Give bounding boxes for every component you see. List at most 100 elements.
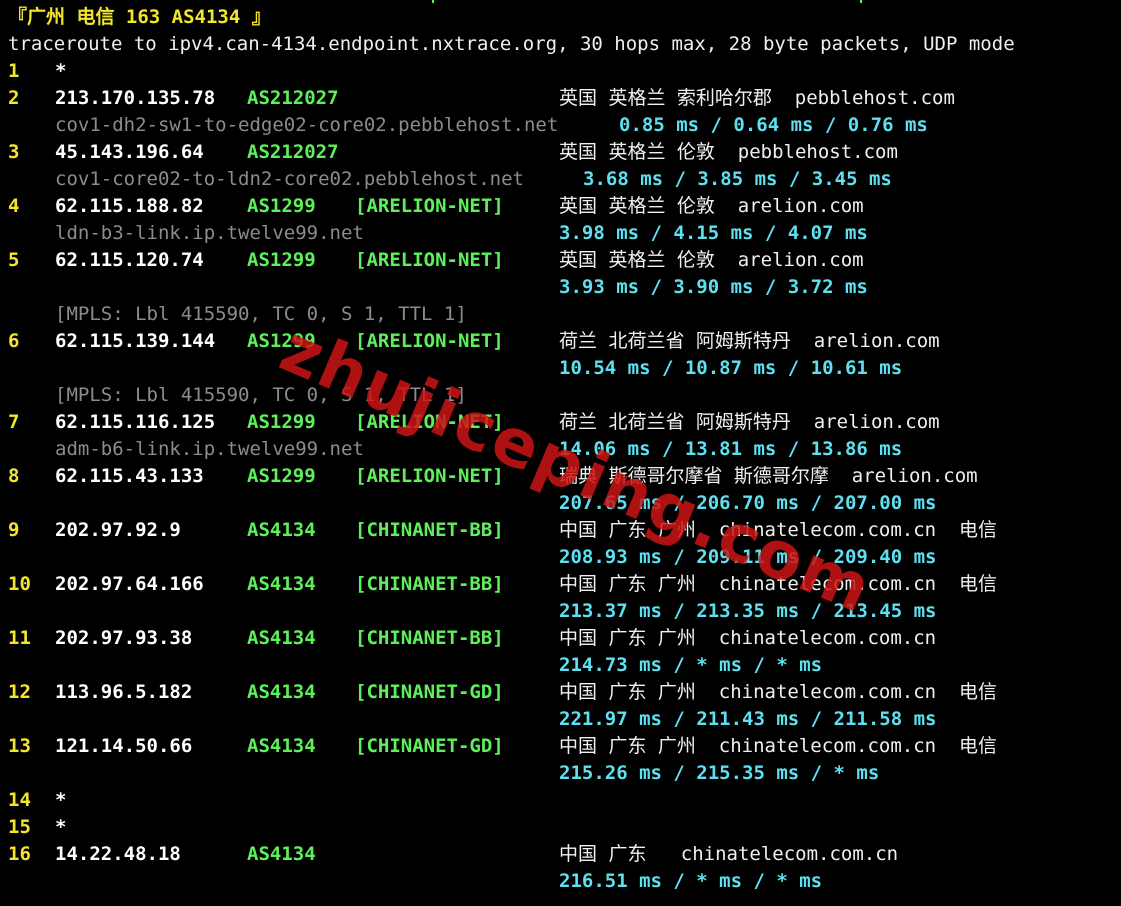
- hop-row: 5 62.115.120.74 AS1299 [ARELION-NET] 英国 英格兰 …: [8, 247, 1108, 274]
- hop-detail-row: 213.37 ms / 213.35 ms / 213.45 ms: [8, 598, 1108, 625]
- top-bracket-left: [432, 0, 448, 3]
- hop-number: 13: [8, 735, 31, 757]
- hop-ip: *: [55, 60, 67, 82]
- hop-row: 9 202.97.92.9 AS4134 [CHINANET-BB] 中国 广东 广州 …: [8, 517, 1108, 544]
- hop-geo: 荷兰 北荷兰省 阿姆斯特丹 arelion.com: [559, 330, 940, 352]
- hop-detail-row: 208.93 ms / 209.11 ms / 209.40 ms: [8, 544, 1108, 571]
- hop-ip: 113.96.5.182: [55, 681, 193, 703]
- hop-detail-row: cov1-core02-to-ldn2-core02.pebblehost.ne…: [8, 166, 1108, 193]
- hop-network-tag: [ARELION-NET]: [355, 465, 504, 487]
- hop-rtt: 14.06 ms / 13.81 ms / 13.86 ms: [559, 438, 903, 460]
- hop-number: 4: [8, 195, 20, 217]
- hop-hostname: ldn-b3-link.ip.twelve99.net: [55, 222, 364, 244]
- mpls-label-row: [MPLS: Lbl 415590, TC 0, S 1, TTL 1]: [8, 382, 1108, 409]
- hop-network-tag: [ARELION-NET]: [355, 330, 504, 352]
- hop-rtt: 221.97 ms / 211.43 ms / 211.58 ms: [559, 708, 937, 730]
- trace-title: 『广州 电信 163 AS4134 』: [8, 6, 271, 28]
- hop-row: 15 *: [8, 814, 1108, 841]
- hop-rtt: 3.93 ms / 3.90 ms / 3.72 ms: [559, 276, 868, 298]
- hop-number: 6: [8, 330, 20, 352]
- traceroute-command: traceroute to ipv4.can-4134.endpoint.nxt…: [8, 33, 1015, 55]
- hop-ip: 202.97.92.9: [55, 519, 181, 541]
- hop-geo: 中国 广东 广州 chinatelecom.com.cn 电信: [559, 519, 997, 541]
- hop-asn: AS4134: [247, 627, 316, 649]
- hop-geo: 荷兰 北荷兰省 阿姆斯特丹 arelion.com: [559, 411, 940, 433]
- hop-geo: 中国 广东 广州 chinatelecom.com.cn 电信: [559, 681, 997, 703]
- hop-rtt: 3.98 ms / 4.15 ms / 4.07 ms: [559, 222, 868, 244]
- hop-detail-row: 221.97 ms / 211.43 ms / 211.58 ms: [8, 706, 1108, 733]
- hop-network-tag: [ARELION-NET]: [355, 249, 504, 271]
- hop-number: 9: [8, 519, 20, 541]
- hop-rtt: 214.73 ms / * ms / * ms: [559, 654, 823, 676]
- hop-hostname: cov1-dh2-sw1-to-edge02-core02.pebblehost…: [55, 114, 559, 136]
- hop-row: 7 62.115.116.125 AS1299 [ARELION-NET] 荷兰 北荷兰…: [8, 409, 1108, 436]
- hop-asn: AS4134: [247, 681, 316, 703]
- hop-ip: 62.115.188.82: [55, 195, 204, 217]
- hop-row: 3 45.143.196.64 AS212027 英国 英格兰 伦敦 pebbleho…: [8, 139, 1108, 166]
- hop-row: 1 *: [8, 58, 1108, 85]
- hop-asn: AS1299: [247, 195, 316, 217]
- hop-ip: 121.14.50.66: [55, 735, 193, 757]
- hop-network-tag: [CHINANET-GD]: [355, 735, 504, 757]
- hop-network-tag: [ARELION-NET]: [355, 411, 504, 433]
- hop-ip: 62.115.120.74: [55, 249, 204, 271]
- hop-geo: 中国 广东 广州 chinatelecom.com.cn 电信: [559, 735, 997, 757]
- hop-row: 16 14.22.48.18 AS4134 中国 广东 chinatelecom.co…: [8, 841, 1108, 868]
- hop-ip: 14.22.48.18: [55, 843, 181, 865]
- hop-number: 15: [8, 816, 31, 838]
- hop-network-tag: [ARELION-NET]: [355, 195, 504, 217]
- hop-asn: AS4134: [247, 843, 316, 865]
- hop-asn: AS4134: [247, 519, 316, 541]
- hop-detail-row: adm-b6-link.ip.twelve99.net 14.06 ms / 13…: [8, 436, 1108, 463]
- hop-detail-row: 3.93 ms / 3.90 ms / 3.72 ms: [8, 274, 1108, 301]
- hop-detail-row: 207.65 ms / 206.70 ms / 207.00 ms: [8, 490, 1108, 517]
- hop-row: 14 *: [8, 787, 1108, 814]
- hop-row: 2 213.170.135.78 AS212027 英国 英格兰 索利哈尔郡 pebb…: [8, 85, 1108, 112]
- hop-geo: 中国 广东 广州 chinatelecom.com.cn 电信: [559, 573, 997, 595]
- hop-number: 8: [8, 465, 20, 487]
- hop-network-tag: [CHINANET-GD]: [355, 681, 504, 703]
- hop-hostname: cov1-core02-to-ldn2-core02.pebblehost.ne…: [55, 168, 524, 190]
- hop-asn: AS1299: [247, 465, 316, 487]
- hop-detail-row: ldn-b3-link.ip.twelve99.net 3.98 ms / 4.1…: [8, 220, 1108, 247]
- hop-asn: AS212027: [247, 87, 339, 109]
- hop-ip: 202.97.64.166: [55, 573, 204, 595]
- hop-network-tag: [CHINANET-BB]: [355, 573, 504, 595]
- hop-number: 10: [8, 573, 31, 595]
- hop-detail-row: 214.73 ms / * ms / * ms: [8, 652, 1108, 679]
- hop-row: 10 202.97.64.166 AS4134 [CHINANET-BB] 中国 广东 …: [8, 571, 1108, 598]
- hop-ip: 62.115.116.125: [55, 411, 216, 433]
- mpls-label-row: [MPLS: Lbl 415590, TC 0, S 1, TTL 1]: [8, 301, 1108, 328]
- hop-asn: AS1299: [247, 330, 316, 352]
- top-bracket-right: [860, 0, 876, 3]
- terminal-window[interactable]: 『广州 电信 163 AS4134 』 traceroute to ipv4.c…: [0, 0, 1121, 906]
- hop-ip: 45.143.196.64: [55, 141, 204, 163]
- hop-ip: *: [55, 789, 67, 811]
- hop-asn: AS212027: [247, 141, 339, 163]
- hop-number: 11: [8, 627, 31, 649]
- hop-hostname: adm-b6-link.ip.twelve99.net: [55, 438, 364, 460]
- hop-detail-row: 215.26 ms / 215.35 ms / * ms: [8, 760, 1108, 787]
- hop-rtt: 216.51 ms / * ms / * ms: [559, 870, 823, 892]
- hop-number: 3: [8, 141, 20, 163]
- hop-asn: AS4134: [247, 735, 316, 757]
- hop-network-tag: [CHINANET-BB]: [355, 519, 504, 541]
- hop-network-tag: [CHINANET-BB]: [355, 627, 504, 649]
- hop-geo: 英国 英格兰 伦敦 arelion.com: [559, 249, 864, 271]
- hop-number: 14: [8, 789, 31, 811]
- hop-rtt: 215.26 ms / 215.35 ms / * ms: [559, 762, 880, 784]
- hop-ip: 62.115.43.133: [55, 465, 204, 487]
- hop-row: 11 202.97.93.38 AS4134 [CHINANET-BB] 中国 广东 广…: [8, 625, 1108, 652]
- hop-rtt: 0.85 ms / 0.64 ms / 0.76 ms: [619, 114, 928, 136]
- hop-number: 16: [8, 843, 31, 865]
- top-edge: [0, 0, 1121, 3]
- mpls-label: [MPLS: Lbl 415590, TC 0, S 1, TTL 1]: [55, 384, 467, 406]
- hop-number: 12: [8, 681, 31, 703]
- hop-ip: *: [55, 816, 67, 838]
- hop-ip: 62.115.139.144: [55, 330, 216, 352]
- hop-row: 13 121.14.50.66 AS4134 [CHINANET-GD] 中国 广东 广…: [8, 733, 1108, 760]
- hop-row: 4 62.115.188.82 AS1299 [ARELION-NET] 英国 英格兰 …: [8, 193, 1108, 220]
- hop-asn: AS4134: [247, 573, 316, 595]
- hop-detail-row: 216.51 ms / * ms / * ms: [8, 868, 1108, 895]
- hop-row: 6 62.115.139.144 AS1299 [ARELION-NET] 荷兰 北荷兰…: [8, 328, 1108, 355]
